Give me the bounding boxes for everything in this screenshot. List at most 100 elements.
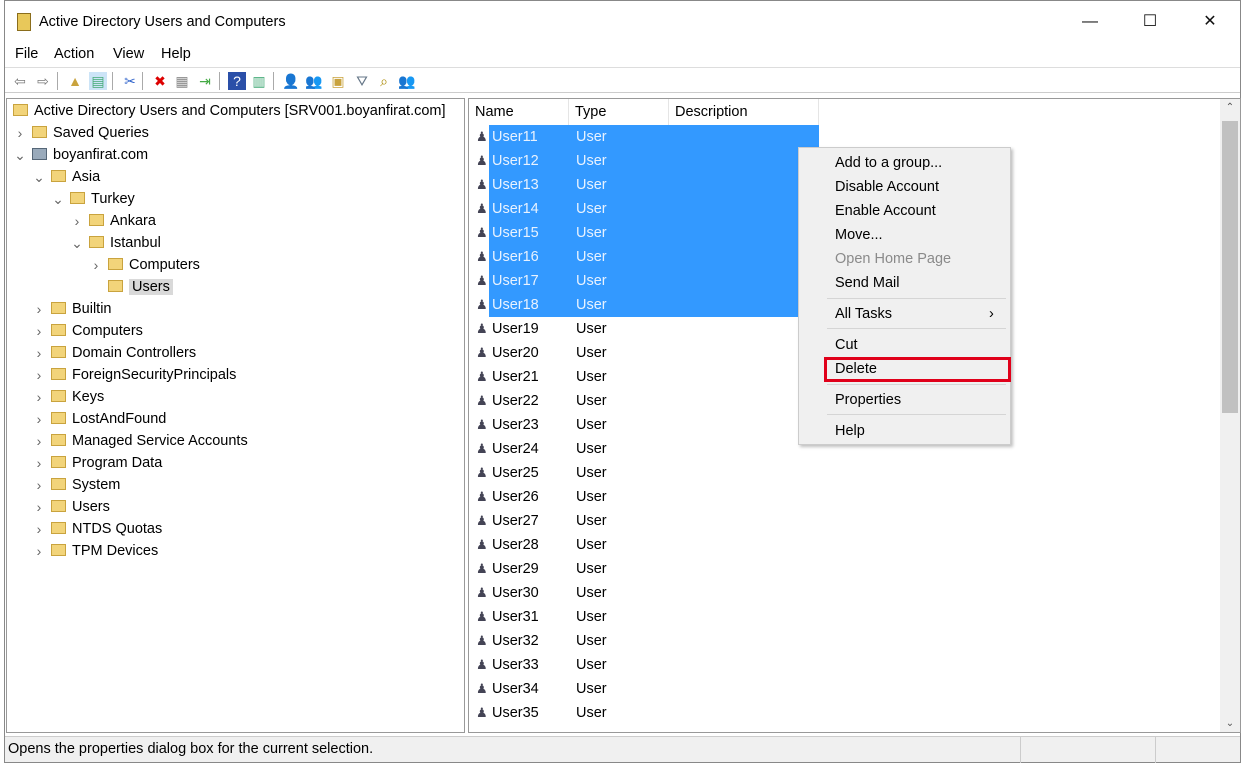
tree-node[interactable]: ⌄ Istanbul <box>71 233 161 253</box>
list-item[interactable]: ♟ User32 User <box>473 629 819 653</box>
properties-icon[interactable]: ▦ <box>173 72 191 90</box>
tree-node[interactable]: › NTDS Quotas <box>37 519 163 539</box>
tree-node[interactable]: › Ankara <box>75 211 156 231</box>
tree-node[interactable]: ⌄ Turkey <box>52 189 135 209</box>
column-header-name[interactable]: Name <box>469 99 569 125</box>
new-ou-icon[interactable]: ▣ <box>329 72 347 90</box>
tree-node[interactable]: ⌄ boyanfirat.com <box>14 145 148 165</box>
chevron-right-icon[interactable]: › <box>32 387 46 407</box>
list-item[interactable]: ♟ User11 User <box>473 125 819 149</box>
tree-node[interactable]: › Program Data <box>37 453 163 473</box>
tree-node[interactable]: › Computers <box>94 255 200 275</box>
tree-node[interactable]: ⌄ Asia <box>33 167 100 187</box>
list-item[interactable]: ♟ User25 User <box>473 461 819 485</box>
chevron-right-icon[interactable]: › <box>32 453 46 473</box>
up-folder-icon[interactable]: ▲ <box>66 72 84 90</box>
list-item[interactable]: ♟ User23 User <box>473 413 819 437</box>
filter-icon[interactable]: ⛛ <box>353 72 371 90</box>
menu-help[interactable]: Help <box>161 46 191 62</box>
tree-node[interactable]: › Users <box>37 497 110 517</box>
menu-item-send-mail[interactable]: Send Mail <box>835 273 899 293</box>
chevron-down-icon[interactable]: ⌄ <box>13 145 27 165</box>
cut-icon[interactable]: ✂ <box>121 72 139 90</box>
list-item[interactable]: ♟ User17 User <box>473 269 819 293</box>
chevron-down-icon[interactable]: ⌄ <box>51 189 65 209</box>
list-item[interactable]: ♟ User31 User <box>473 605 819 629</box>
tree-node[interactable]: › Keys <box>37 387 105 407</box>
list-item[interactable]: ♟ User34 User <box>473 677 819 701</box>
chevron-right-icon[interactable]: › <box>32 365 46 385</box>
menu-action[interactable]: Action <box>54 46 94 62</box>
menu-view[interactable]: View <box>113 46 144 62</box>
back-icon[interactable]: ⇦ <box>11 72 29 90</box>
scroll-down-icon[interactable]: ⌄ <box>1220 718 1240 729</box>
list-item[interactable]: ♟ User30 User <box>473 581 819 605</box>
menu-file[interactable]: File <box>15 46 38 62</box>
tree-node[interactable]: › LostAndFound <box>37 409 167 429</box>
action-pane-icon[interactable]: ▥ <box>250 72 268 90</box>
list-item[interactable]: ♟ User26 User <box>473 485 819 509</box>
list-item[interactable]: ♟ User24 User <box>473 437 819 461</box>
menu-item-properties[interactable]: Properties <box>835 390 901 410</box>
menu-item-disable-account[interactable]: Disable Account <box>835 177 939 197</box>
menu-item-add-to-a-group[interactable]: Add to a group... <box>835 153 942 173</box>
list-item[interactable]: ♟ User35 User <box>473 701 819 725</box>
list-item[interactable]: ♟ User27 User <box>473 509 819 533</box>
tree-node[interactable]: › Builtin <box>37 299 112 319</box>
list-item[interactable]: ♟ User33 User <box>473 653 819 677</box>
chevron-right-icon[interactable]: › <box>32 497 46 517</box>
column-header-description[interactable]: Description <box>669 99 819 125</box>
chevron-right-icon[interactable]: › <box>32 409 46 429</box>
list-item[interactable]: ♟ User19 User <box>473 317 819 341</box>
scroll-up-icon[interactable]: ⌃ <box>1220 102 1240 113</box>
menu-item-help[interactable]: Help <box>835 421 865 441</box>
new-user-icon[interactable]: 👤 <box>282 72 300 90</box>
list-item[interactable]: ♟ User21 User <box>473 365 819 389</box>
chevron-down-icon[interactable]: ⌄ <box>70 233 84 253</box>
export-list-icon[interactable]: ⇥ <box>196 72 214 90</box>
list-item[interactable]: ♟ User29 User <box>473 557 819 581</box>
chevron-right-icon[interactable]: › <box>32 475 46 495</box>
chevron-right-icon[interactable]: › <box>32 299 46 319</box>
chevron-right-icon[interactable]: › <box>32 343 46 363</box>
chevron-down-icon[interactable]: ⌄ <box>32 167 46 187</box>
list-item[interactable]: ♟ User20 User <box>473 341 819 365</box>
tree-node[interactable]: › Saved Queries <box>18 123 149 143</box>
tree-node[interactable]: › TPM Devices <box>37 541 159 561</box>
minimize-button[interactable]: — <box>1067 9 1113 35</box>
tree-node[interactable]: › ForeignSecurityPrincipals <box>37 365 237 385</box>
list-item[interactable]: ♟ User16 User <box>473 245 819 269</box>
add-to-group-icon[interactable]: 👥 <box>398 72 416 90</box>
scrollbar-thumb[interactable] <box>1222 121 1238 413</box>
new-group-icon[interactable]: 👥 <box>305 72 323 90</box>
list-item[interactable]: ♟ User18 User <box>473 293 819 317</box>
close-button[interactable]: ✕ <box>1187 9 1233 35</box>
chevron-right-icon[interactable]: › <box>89 255 103 275</box>
menu-item-all-tasks[interactable]: All Tasks <box>835 304 892 324</box>
chevron-right-icon[interactable]: › <box>32 541 46 561</box>
find-icon[interactable]: ⌕ <box>375 72 393 90</box>
forward-icon[interactable]: ⇨ <box>34 72 52 90</box>
vertical-scrollbar[interactable]: ⌃ ⌄ <box>1220 99 1240 732</box>
list-item[interactable]: ♟ User13 User <box>473 173 819 197</box>
chevron-right-icon[interactable]: › <box>32 519 46 539</box>
tree-node[interactable]: › System <box>37 475 121 495</box>
delete-icon[interactable]: ✖ <box>151 72 169 90</box>
tree-node[interactable]: › Computers <box>37 321 143 341</box>
help-icon[interactable]: ? <box>228 72 246 90</box>
tree-node[interactable]: Active Directory Users and Computers [SR… <box>13 101 446 121</box>
list-item[interactable]: ♟ User22 User <box>473 389 819 413</box>
show-hide-tree-icon[interactable]: ▤ <box>89 72 107 90</box>
maximize-button[interactable]: ☐ <box>1127 9 1173 35</box>
menu-item-move[interactable]: Move... <box>835 225 883 245</box>
list-item[interactable]: ♟ User28 User <box>473 533 819 557</box>
chevron-right-icon[interactable]: › <box>32 431 46 451</box>
list-item[interactable]: ♟ User15 User <box>473 221 819 245</box>
chevron-right-icon[interactable]: › <box>13 123 27 143</box>
menu-item-cut[interactable]: Cut <box>835 335 858 355</box>
chevron-right-icon[interactable]: › <box>70 211 84 231</box>
tree-node[interactable]: › Managed Service Accounts <box>37 431 248 451</box>
list-item[interactable]: ♟ User12 User <box>473 149 819 173</box>
chevron-right-icon[interactable]: › <box>32 321 46 341</box>
menu-item-enable-account[interactable]: Enable Account <box>835 201 936 221</box>
